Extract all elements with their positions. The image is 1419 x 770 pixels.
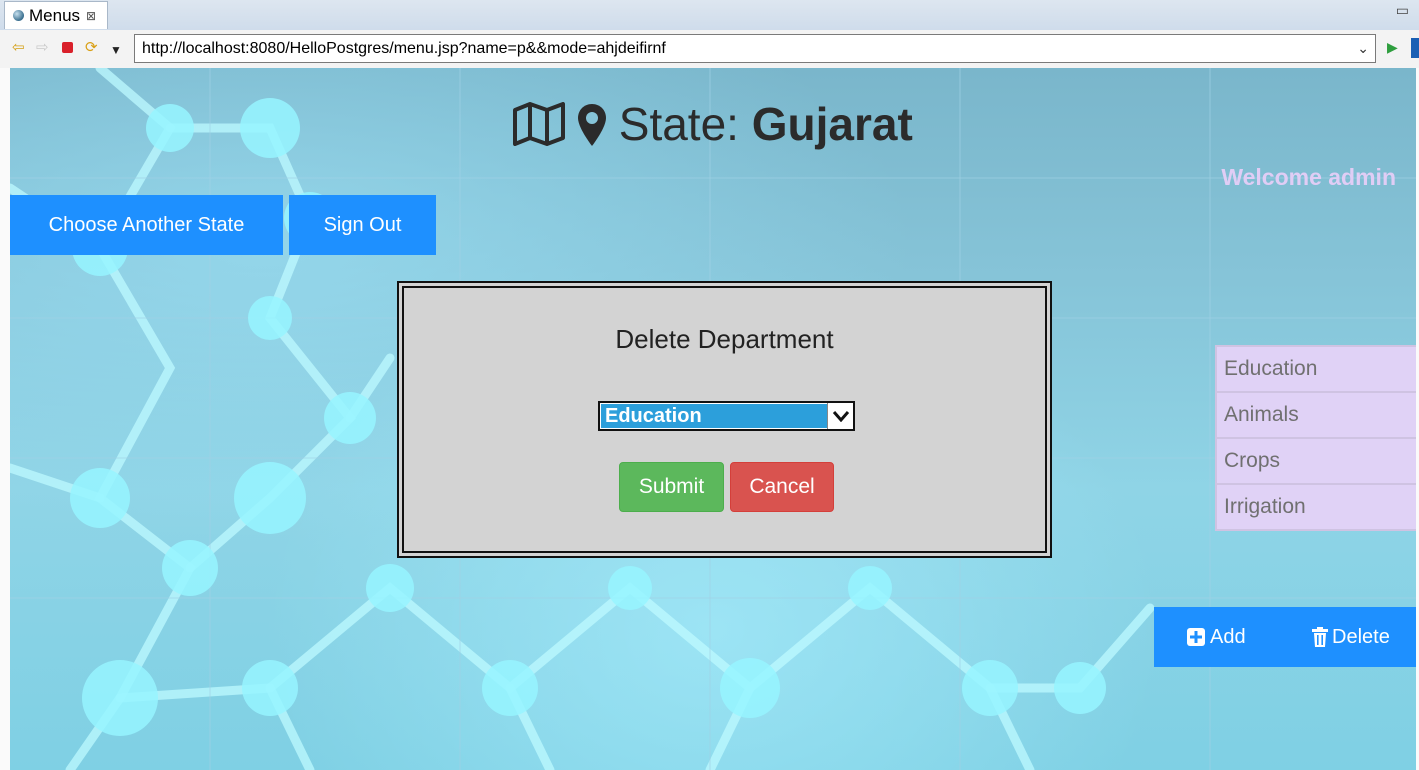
department-action-bar: Add Delete [1154,607,1416,667]
browser-tab[interactable]: Menus ⊠ [4,1,108,29]
stop-icon[interactable] [62,42,73,53]
submit-button[interactable]: Submit [619,462,724,512]
map-marker-icon [577,104,606,146]
url-input[interactable]: http://localhost:8080/HelloPostgres/menu… [134,34,1376,63]
department-select[interactable]: Education [598,401,855,431]
minimize-icon[interactable]: ▭ [1396,2,1409,19]
delete-label: Delete [1332,625,1390,648]
cancel-button[interactable]: Cancel [730,462,834,512]
delete-button[interactable]: Delete [1312,607,1390,667]
page-content: State: Gujarat Welcome admin Choose Anot… [10,68,1416,770]
browser-tab-strip: Menus ⊠ ▭ [0,0,1419,31]
department-select-value: Education [601,404,828,428]
plus-square-icon [1187,628,1205,646]
dialog-title: Delete Department [615,324,834,354]
url-text: http://localhost:8080/HelloPostgres/menu… [142,40,666,57]
dialog-body: Delete Department Education Submit Cance… [402,286,1047,553]
department-item-animals[interactable]: Animals [1215,393,1416,439]
tab-title: Menus [29,5,81,25]
delete-department-dialog: Delete Department Education Submit Cance… [397,281,1052,558]
chevron-down-icon[interactable] [827,403,853,429]
add-button[interactable]: Add [1186,607,1246,667]
add-label: Add [1210,625,1246,648]
globe-icon [13,10,24,21]
forward-arrow-icon[interactable]: ⇨ [36,39,49,57]
choose-another-state-button[interactable]: Choose Another State [10,195,283,255]
go-icon[interactable]: ▶ [1387,39,1398,56]
viewport-left-border [0,68,10,770]
state-label: State: [618,98,752,150]
back-arrow-icon[interactable]: ⇦ [12,39,25,57]
department-list: Education Animals Crops Irrigation [1215,345,1416,531]
side-panel-icon[interactable] [1411,38,1419,58]
trash-icon [1312,627,1328,647]
refresh-icon[interactable]: ⟳ [85,39,98,57]
history-dropdown-icon[interactable]: ▼ [110,41,122,59]
department-item-education[interactable]: Education [1215,347,1416,393]
department-item-irrigation[interactable]: Irrigation [1215,485,1416,531]
browser-nav-bar: ⇦ ⇨ ⟳ ▼ http://localhost:8080/HelloPostg… [0,30,1419,69]
welcome-message: Welcome admin [1221,164,1396,190]
tab-close-icon[interactable]: ⊠ [86,9,96,23]
map-icon [513,102,566,146]
department-item-crops[interactable]: Crops [1215,439,1416,485]
page-title: State: Gujarat [10,96,1416,152]
chevron-down-icon[interactable]: ⌄ [1357,35,1369,62]
sign-out-button[interactable]: Sign Out [289,195,436,255]
state-name: Gujarat [751,98,913,150]
